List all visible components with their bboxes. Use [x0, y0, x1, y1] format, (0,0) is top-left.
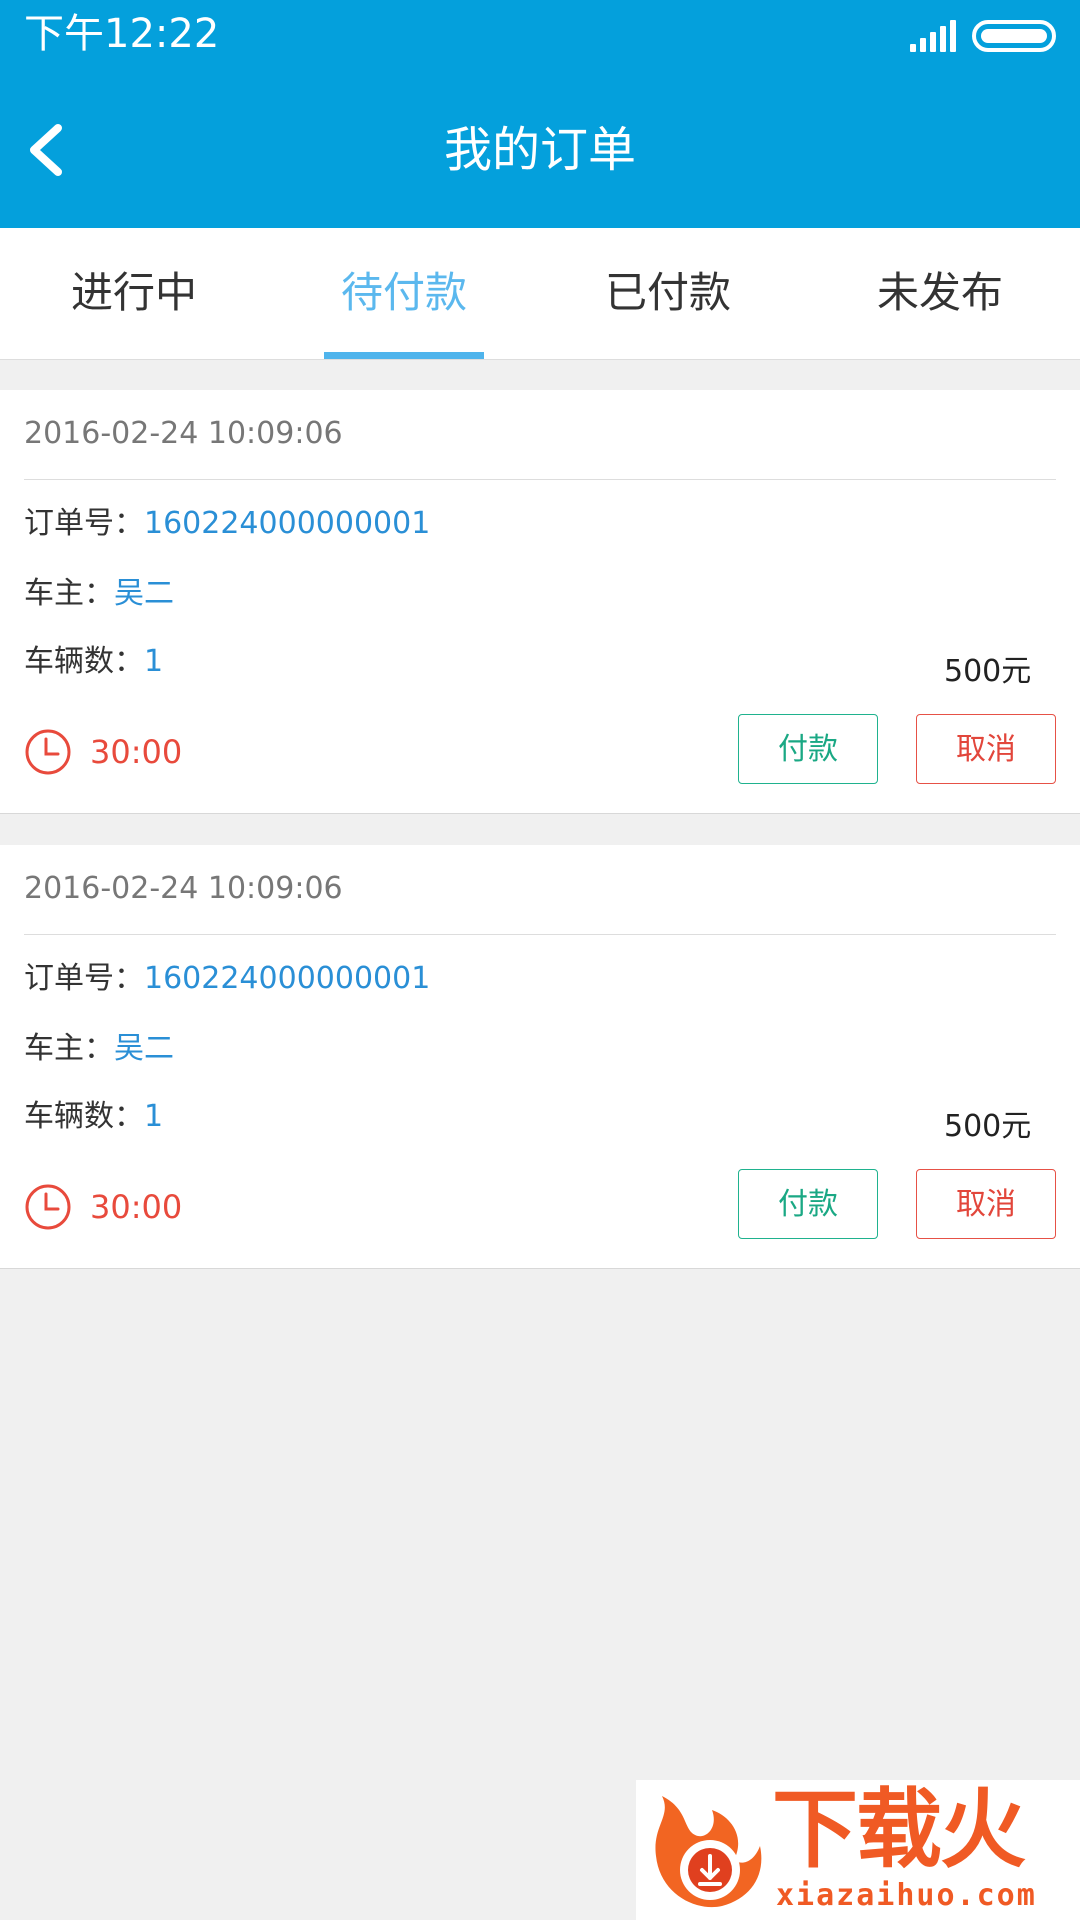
cancel-button[interactable]: 取消	[916, 1169, 1056, 1239]
tab-bar: 进行中 待付款 已付款 未发布	[0, 228, 1080, 360]
tab-paid[interactable]: 已付款	[570, 228, 766, 358]
order-datetime: 2016-02-24 10:09:06	[24, 871, 343, 906]
flame-logo-icon	[655, 1796, 762, 1908]
order-number-value: 160224000000001	[144, 961, 431, 996]
watermark-logo: 下载火 xiazaihuo.com	[636, 1780, 1080, 1920]
pay-button[interactable]: 付款	[738, 714, 878, 784]
order-number-row: 订单号：160224000000001	[24, 959, 430, 999]
app-header: 下午12:22 我的订单	[0, 0, 1080, 228]
pay-button[interactable]: 付款	[738, 1169, 878, 1239]
owner-value: 吴二	[114, 1031, 174, 1066]
battery-icon	[972, 20, 1056, 52]
vehicle-count-value: 1	[144, 1099, 164, 1134]
order-number-value: 160224000000001	[144, 506, 431, 541]
watermark-url: xiazaihuo.com	[776, 1878, 1037, 1913]
owner-row: 车主：吴二	[24, 574, 174, 614]
order-number-row: 订单号：160224000000001	[24, 504, 430, 544]
vehicle-count-row: 车辆数：1	[24, 1097, 163, 1137]
page-title: 我的订单	[443, 122, 636, 178]
owner-row: 车主：吴二	[24, 1029, 174, 1069]
order-datetime: 2016-02-24 10:09:06	[24, 416, 343, 451]
payment-countdown: 30:00	[90, 1188, 183, 1226]
owner-label: 车主：	[24, 1031, 114, 1066]
status-time: 下午12:22	[24, 11, 220, 57]
order-card: 2016-02-24 10:09:06 订单号：160224000000001 …	[0, 845, 1080, 1269]
payment-countdown: 30:00	[90, 733, 183, 771]
owner-label: 车主：	[24, 576, 114, 611]
order-price: 500元	[944, 654, 1032, 689]
tab-unpublished[interactable]: 未发布	[842, 228, 1038, 358]
order-price: 500元	[944, 1109, 1032, 1144]
owner-value: 吴二	[114, 576, 174, 611]
clock-icon	[25, 1184, 71, 1230]
tab-pending-payment[interactable]: 待付款	[306, 228, 502, 358]
clock-icon	[25, 729, 71, 775]
divider	[24, 934, 1056, 935]
vehicle-count-value: 1	[144, 644, 164, 679]
vehicle-count-row: 车辆数：1	[24, 642, 163, 682]
watermark-name: 下载火	[772, 1780, 1026, 1880]
order-card: 2016-02-24 10:09:06 订单号：160224000000001 …	[0, 390, 1080, 814]
cancel-button[interactable]: 取消	[916, 714, 1056, 784]
tab-in-progress[interactable]: 进行中	[36, 228, 232, 358]
order-number-label: 订单号：	[24, 961, 144, 996]
divider	[24, 479, 1056, 480]
vehicle-count-label: 车辆数：	[24, 644, 144, 679]
active-tab-indicator	[324, 352, 484, 359]
signal-icon	[910, 20, 956, 52]
vehicle-count-label: 车辆数：	[24, 1099, 144, 1134]
order-number-label: 订单号：	[24, 506, 144, 541]
